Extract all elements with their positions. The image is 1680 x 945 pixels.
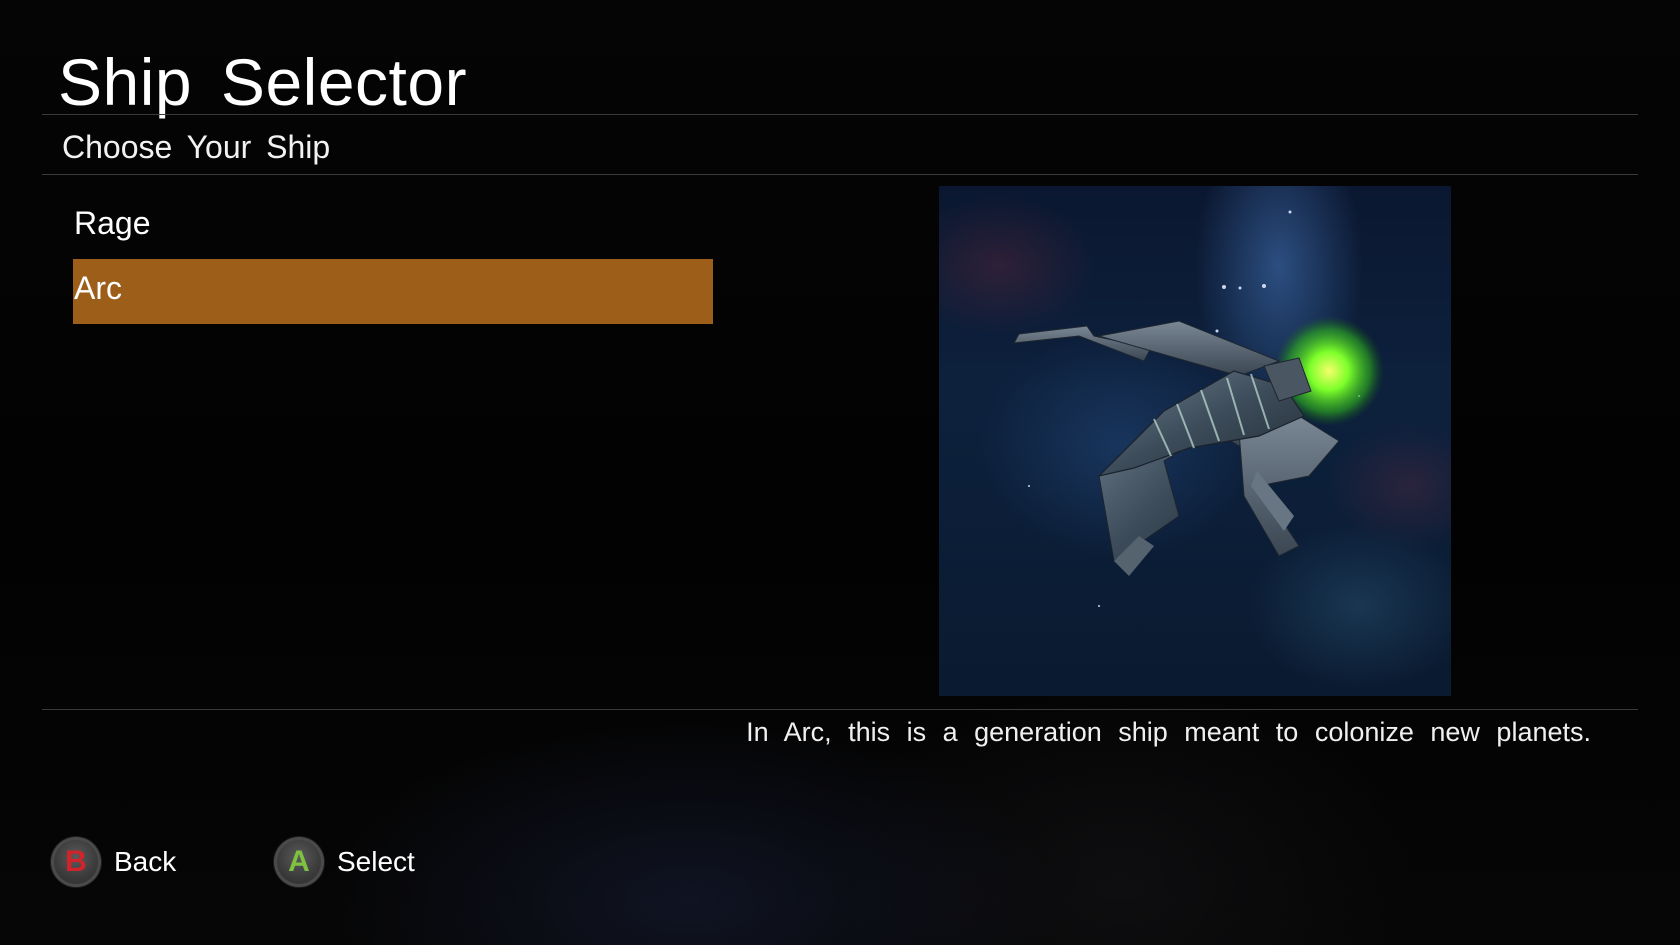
select-label: Select: [337, 846, 415, 877]
ship-description: In Arc, this is a generation ship meant …: [746, 717, 1591, 747]
description-divider: [42, 709, 1638, 710]
ship-option-label: Arc: [74, 270, 122, 306]
title-divider: [42, 114, 1638, 115]
ship-option-label: Rage: [74, 205, 151, 241]
subtitle-divider: [42, 174, 1638, 175]
ship-list: Rage Arc: [73, 194, 713, 324]
ship-option-rage[interactable]: Rage: [73, 194, 713, 259]
a-button-icon: A: [274, 837, 324, 887]
b-button-icon: B: [51, 837, 101, 887]
ship-preview-image: [939, 186, 1451, 696]
back-label: Back: [114, 846, 177, 877]
page-subtitle: Choose Your Ship: [62, 129, 331, 165]
page-title: Ship Selector: [58, 45, 468, 119]
ship-option-arc[interactable]: Arc: [73, 259, 713, 324]
